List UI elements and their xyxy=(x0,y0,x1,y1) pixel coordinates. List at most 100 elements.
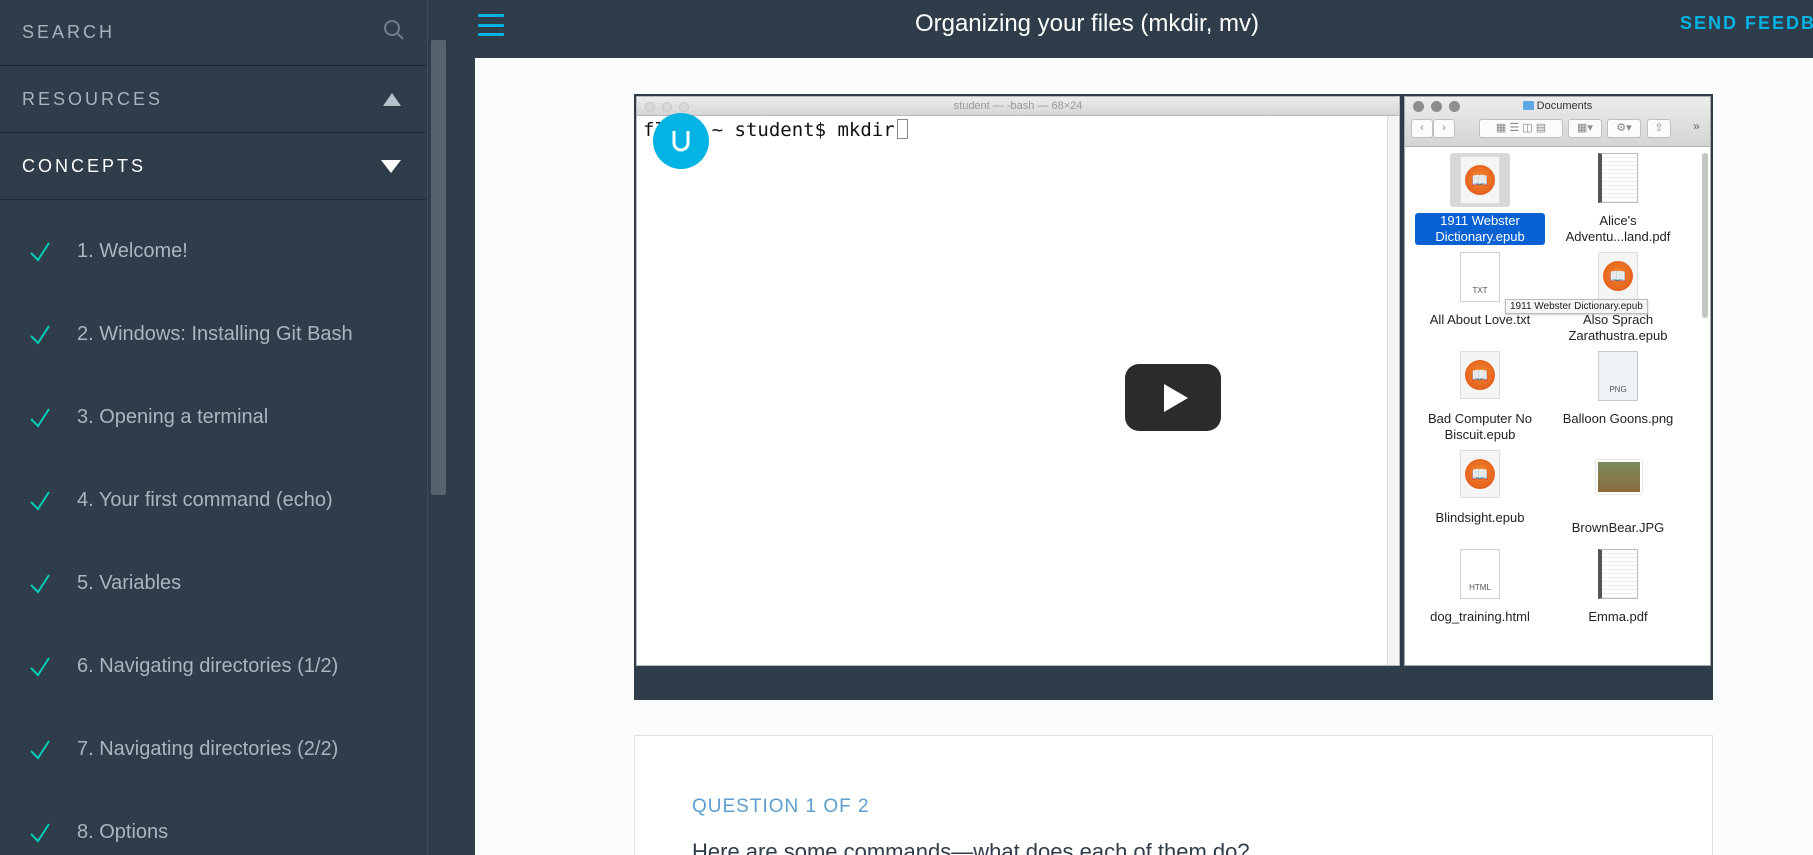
arrange-icon: ▦▾ xyxy=(1568,119,1602,138)
text-cursor xyxy=(896,119,908,139)
sidebar-item-lesson-3[interactable]: 3. Opening a terminal xyxy=(0,376,427,459)
search-label: SEARCH xyxy=(22,22,116,42)
pdf-file-icon xyxy=(1596,549,1640,603)
back-icon: ‹ xyxy=(1411,119,1433,138)
finder-title-text: Documents xyxy=(1536,100,1593,112)
sidebar-item-lesson-5[interactable]: 5. Variables xyxy=(0,542,427,625)
sidebar-resources[interactable]: RESOURCES xyxy=(0,67,427,133)
html-file-icon: HTML xyxy=(1458,549,1502,603)
image-file-icon: PNG xyxy=(1596,351,1640,405)
file-item: 📖 Bad Computer No Biscuit.epub xyxy=(1415,351,1545,443)
epub-file-icon: 📖 xyxy=(1596,252,1640,306)
file-name: Bad Computer No Biscuit.epub xyxy=(1427,411,1533,442)
collapse-icon[interactable] xyxy=(383,93,401,106)
file-name: Alice's Adventu...land.pdf xyxy=(1565,213,1671,244)
share-icon: ⇧ xyxy=(1647,119,1671,138)
video-player[interactable]: student — -bash — 68×24 fl ~ student$ mk… xyxy=(634,94,1713,700)
sidebar-item-lesson-8[interactable]: 8. Options xyxy=(0,791,427,855)
checkmark-icon xyxy=(0,241,77,263)
file-type-tag: PNG xyxy=(1609,385,1627,394)
finder-window: Documents ‹ › ▦ ☰ ◫ ▤ ▦▾ ⚙▾ ⇧ » 📖 1911 W… xyxy=(1404,96,1711,666)
file-name: Blindsight.epub xyxy=(1435,510,1525,525)
question-card: QUESTION 1 OF 2 Here are some commands—w… xyxy=(634,735,1713,855)
file-item: Alice's Adventu...land.pdf xyxy=(1553,153,1683,245)
scrollbar-thumb[interactable] xyxy=(431,40,446,495)
sidebar-item-lesson-1[interactable]: 1. Welcome! xyxy=(0,210,427,293)
finder-scrollbar xyxy=(1702,153,1708,318)
file-item: 📖 Also Sprach Zarathustra.epub xyxy=(1553,252,1683,344)
forward-icon: › xyxy=(1433,119,1455,138)
lesson-label: 6. Navigating directories (1/2) xyxy=(77,655,339,677)
lesson-label: 1. Welcome! xyxy=(77,240,188,262)
terminal-title: student — -bash — 68×24 xyxy=(953,100,1083,112)
checkmark-icon xyxy=(0,407,77,429)
file-name: BrownBear.JPG xyxy=(1571,520,1665,535)
sidebar: SEARCH RESOURCES CONCEPTS 1. Welcome! 2.… xyxy=(0,0,427,855)
file-name: Balloon Goons.png xyxy=(1562,411,1674,426)
sidebar-item-lesson-6[interactable]: 6. Navigating directories (1/2) xyxy=(0,625,427,708)
terminal-titlebar: student — -bash — 68×24 xyxy=(637,97,1399,116)
text-file-icon: TXT xyxy=(1458,252,1502,306)
checkmark-icon xyxy=(0,656,77,678)
file-name: Emma.pdf xyxy=(1588,609,1648,624)
checkmark-icon xyxy=(0,822,77,844)
file-item: BrownBear.JPG xyxy=(1553,450,1683,536)
file-type-tag: TXT xyxy=(1472,286,1488,295)
lesson-label: 8. Options xyxy=(77,821,169,843)
folder-icon xyxy=(1522,101,1534,110)
terminal-scrollbar xyxy=(1387,116,1399,665)
more-icon: » xyxy=(1693,119,1700,133)
lesson-label: 5. Variables xyxy=(77,572,182,594)
lesson-list: 1. Welcome! 2. Windows: Installing Git B… xyxy=(0,210,427,855)
view-mode-icon: ▦ ☰ ◫ ▤ xyxy=(1479,119,1563,138)
concepts-label: CONCEPTS xyxy=(22,156,147,176)
udacity-logo-icon xyxy=(653,113,709,169)
lesson-label: 4. Your first command (echo) xyxy=(77,489,333,511)
lesson-label: 7. Navigating directories (2/2) xyxy=(77,738,339,760)
play-icon xyxy=(1163,383,1188,412)
sidebar-scrollbar[interactable] xyxy=(427,0,447,855)
sidebar-item-lesson-4[interactable]: 4. Your first command (echo) xyxy=(0,459,427,542)
page-title: Organizing your files (mkdir, mv) xyxy=(914,10,1260,37)
sidebar-item-lesson-2[interactable]: 2. Windows: Installing Git Bash xyxy=(0,293,427,376)
play-button[interactable] xyxy=(1125,364,1221,431)
checkmark-icon xyxy=(0,324,77,346)
file-item: PNG Balloon Goons.png xyxy=(1553,351,1683,427)
header-bar: Organizing your files (mkdir, mv) SEND F… xyxy=(447,0,1813,58)
epub-file-icon: 📖 xyxy=(1458,351,1502,405)
sidebar-search[interactable]: SEARCH xyxy=(0,0,427,66)
checkmark-icon xyxy=(0,490,77,512)
question-counter: QUESTION 1 OF 2 xyxy=(692,796,870,817)
file-name: 1911 Webster Dictionary.epub xyxy=(1415,213,1545,245)
file-tooltip: 1911 Webster Dictionary.epub xyxy=(1505,299,1648,314)
lesson-label: 2. Windows: Installing Git Bash xyxy=(77,323,353,345)
file-item: HTML dog_training.html xyxy=(1415,549,1545,625)
file-name: dog_training.html xyxy=(1430,609,1530,624)
file-name: All About Love.txt xyxy=(1429,312,1531,327)
epub-file-icon: 📖 xyxy=(1450,153,1510,207)
sidebar-item-lesson-7[interactable]: 7. Navigating directories (2/2) xyxy=(0,708,427,791)
file-item: 📖 1911 Webster Dictionary.epub xyxy=(1415,153,1545,245)
sidebar-concepts[interactable]: CONCEPTS xyxy=(0,134,427,200)
photo-thumbnail-icon xyxy=(1596,460,1642,514)
file-item: 📖 Blindsight.epub xyxy=(1415,450,1545,526)
checkmark-icon xyxy=(0,573,77,595)
pdf-file-icon xyxy=(1596,153,1640,207)
gear-icon: ⚙▾ xyxy=(1607,119,1641,138)
file-item: TXT All About Love.txt xyxy=(1415,252,1545,328)
terminal-window: student — -bash — 68×24 fl ~ student$ mk… xyxy=(636,96,1400,666)
lesson-label: 3. Opening a terminal xyxy=(77,406,269,428)
finder-title: Documents xyxy=(1405,100,1710,112)
checkmark-icon xyxy=(0,739,77,761)
content-edge xyxy=(447,58,475,855)
file-type-tag: HTML xyxy=(1469,583,1491,592)
epub-file-icon: 📖 xyxy=(1458,450,1502,504)
question-text: Here are some commands—what does each of… xyxy=(692,839,1250,855)
file-item: Emma.pdf xyxy=(1553,549,1683,625)
finder-titlebar: Documents ‹ › ▦ ☰ ◫ ▤ ▦▾ ⚙▾ ⇧ » xyxy=(1405,97,1710,147)
expand-icon[interactable] xyxy=(381,160,401,173)
resources-label: RESOURCES xyxy=(22,89,164,109)
send-feedback-link[interactable]: SEND FEEDB xyxy=(1680,13,1813,34)
search-icon[interactable] xyxy=(383,19,405,46)
file-name: Also Sprach Zarathustra.epub xyxy=(1568,312,1668,343)
